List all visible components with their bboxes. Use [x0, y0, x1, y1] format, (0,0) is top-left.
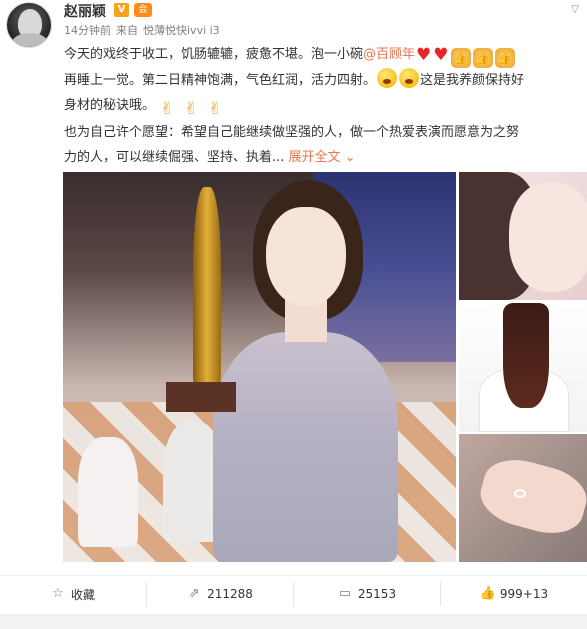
- ring-hand-photo[interactable]: [459, 434, 587, 562]
- favorite-button[interactable]: ☆ 收藏: [0, 582, 147, 606]
- comment-icon: ▭: [338, 586, 352, 601]
- text-segment: 这是我养颜保持好: [420, 73, 525, 88]
- thumbs-up-icon: 👍: [472, 48, 493, 68]
- thumbs-up-icon: 👍: [479, 586, 497, 601]
- text-segment: 也为自己许个愿望：希望自己能继续做坚强的人，做一个热爱表演而愿意为之努: [64, 125, 520, 140]
- footer-divider: [0, 614, 587, 629]
- text-line-4: 也为自己许个愿望：希望自己能继续做坚强的人，做一个热爱表演而愿意为之努: [64, 120, 584, 145]
- text-line-3: 身材的秘诀哦。 ✌ ✌ ✌: [64, 93, 584, 120]
- weibo-post: 赵丽颖 V 会 ▽ 14分钟前 来自 悦薄悦快ivvi i3 今天的戏终于收工，饥肠…: [0, 0, 587, 629]
- hair-back-photo[interactable]: [459, 303, 587, 432]
- victory-hand-icon: ✌: [207, 99, 223, 119]
- heart-icon: ♥: [416, 45, 432, 65]
- text-segment: 今天的戏终于收工，饥肠辘辘，疲惫不堪。泡一小碗: [64, 47, 364, 62]
- text-segment: 再睡上一觉。第二日精神饱满，气色红润，活力四射。: [64, 73, 377, 88]
- action-bar: ☆ 收藏 ⇗ 211288 ▭ 25153 👍 999+13: [0, 575, 587, 612]
- like-count: 999+13: [499, 587, 549, 601]
- dress: [213, 332, 398, 562]
- chevron-down-icon: ⌄: [344, 150, 356, 165]
- text-line-1: 今天的戏终于收工，饥肠辘辘，疲惫不堪。泡一小碗@百顾年♥ ♥ 👍 👍 👍: [64, 42, 584, 68]
- avatar[interactable]: [6, 2, 52, 48]
- post-meta: 14分钟前 来自 悦薄悦快ivvi i3: [64, 22, 225, 38]
- repost-icon: ⇗: [188, 586, 200, 601]
- author-name[interactable]: 赵丽颖: [64, 1, 106, 21]
- text-segment: 身材的秘诀哦。: [64, 98, 156, 113]
- text-line-2: 再睡上一觉。第二日精神饱满，气色红润，活力四射。 这是我养颜保持好: [64, 68, 584, 93]
- thumbs-up-icon: 👍: [494, 48, 515, 68]
- award-photo[interactable]: [63, 172, 456, 562]
- favorite-label: 收藏: [70, 587, 95, 602]
- hand: [474, 451, 587, 542]
- comment-button[interactable]: ▭ 25153: [294, 582, 441, 606]
- statue-left: [78, 437, 138, 547]
- text-segment: 力的人，可以继续倔强、坚持、执着...: [64, 150, 285, 165]
- star-icon: ☆: [52, 586, 64, 601]
- post-time[interactable]: 14分钟前: [64, 24, 111, 37]
- like-button[interactable]: 👍 999+13: [441, 582, 587, 606]
- grinning-face-icon: [399, 68, 420, 88]
- comment-count: 25153: [357, 587, 397, 601]
- repost-button[interactable]: ⇗ 211288: [147, 582, 294, 606]
- ring: [514, 489, 526, 498]
- face: [266, 207, 346, 307]
- avatar-body: [12, 33, 48, 47]
- source-prefix: 来自: [116, 24, 138, 37]
- post-text: 今天的戏终于收工，饥肠辘辘，疲惫不堪。泡一小碗@百顾年♥ ♥ 👍 👍 👍 再睡上一觉。第…: [64, 42, 584, 170]
- repost-count: 211288: [207, 587, 253, 601]
- trophy-base: [166, 382, 236, 412]
- text-line-5: 力的人，可以继续倔强、坚持、执着... 展开全文 ⌄: [64, 145, 584, 170]
- expand-full-text-link[interactable]: 展开全文 ⌄: [289, 150, 356, 165]
- member-icon[interactable]: 会: [134, 3, 152, 17]
- trophy: [193, 187, 221, 392]
- thumbs-up-icon: 👍: [450, 48, 471, 68]
- selfie-photo[interactable]: [459, 172, 587, 300]
- long-hair: [503, 303, 549, 408]
- face: [509, 182, 587, 292]
- expand-label: 展开全文: [288, 150, 341, 165]
- mention-link[interactable]: @百顾年: [363, 47, 415, 62]
- source-link[interactable]: 悦薄悦快ivvi i3: [143, 24, 220, 37]
- chevron-down-icon[interactable]: ▽: [571, 4, 579, 15]
- victory-hand-icon: ✌: [159, 99, 175, 119]
- verified-icon[interactable]: V: [114, 3, 129, 17]
- heart-icon: ♥: [433, 45, 449, 65]
- grinning-face-icon: [377, 68, 398, 88]
- victory-hand-icon: ✌: [183, 99, 199, 119]
